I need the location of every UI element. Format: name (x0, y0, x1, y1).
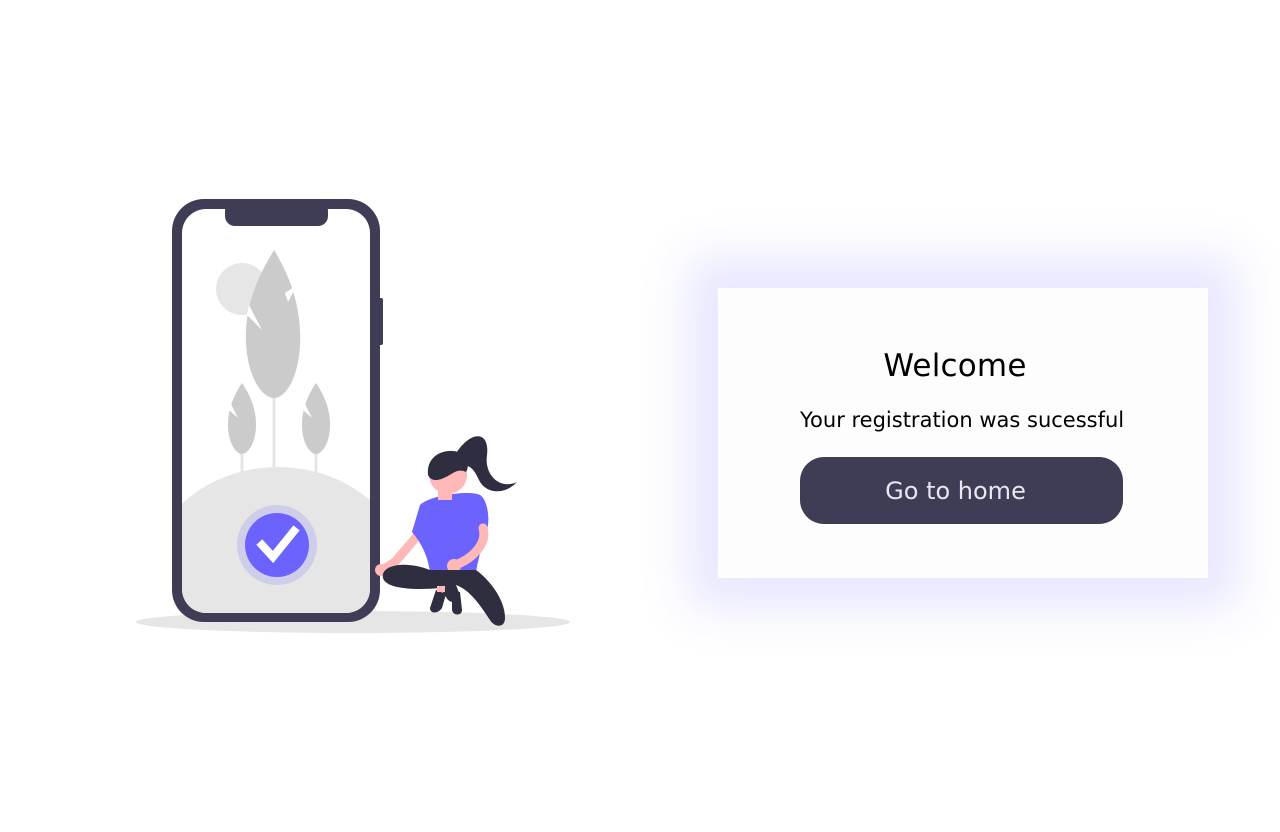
welcome-card: Welcome Your registration was sucessful … (718, 288, 1208, 578)
page: Welcome Your registration was sucessful … (0, 0, 1280, 832)
registration-message: Your registration was sucessful (800, 408, 1125, 432)
check-circle-icon (237, 505, 317, 585)
go-to-home-button[interactable]: Go to home (800, 457, 1123, 524)
woman-figure (375, 436, 517, 626)
welcome-title: Welcome (883, 348, 1027, 384)
registration-success-illustration (136, 199, 570, 633)
